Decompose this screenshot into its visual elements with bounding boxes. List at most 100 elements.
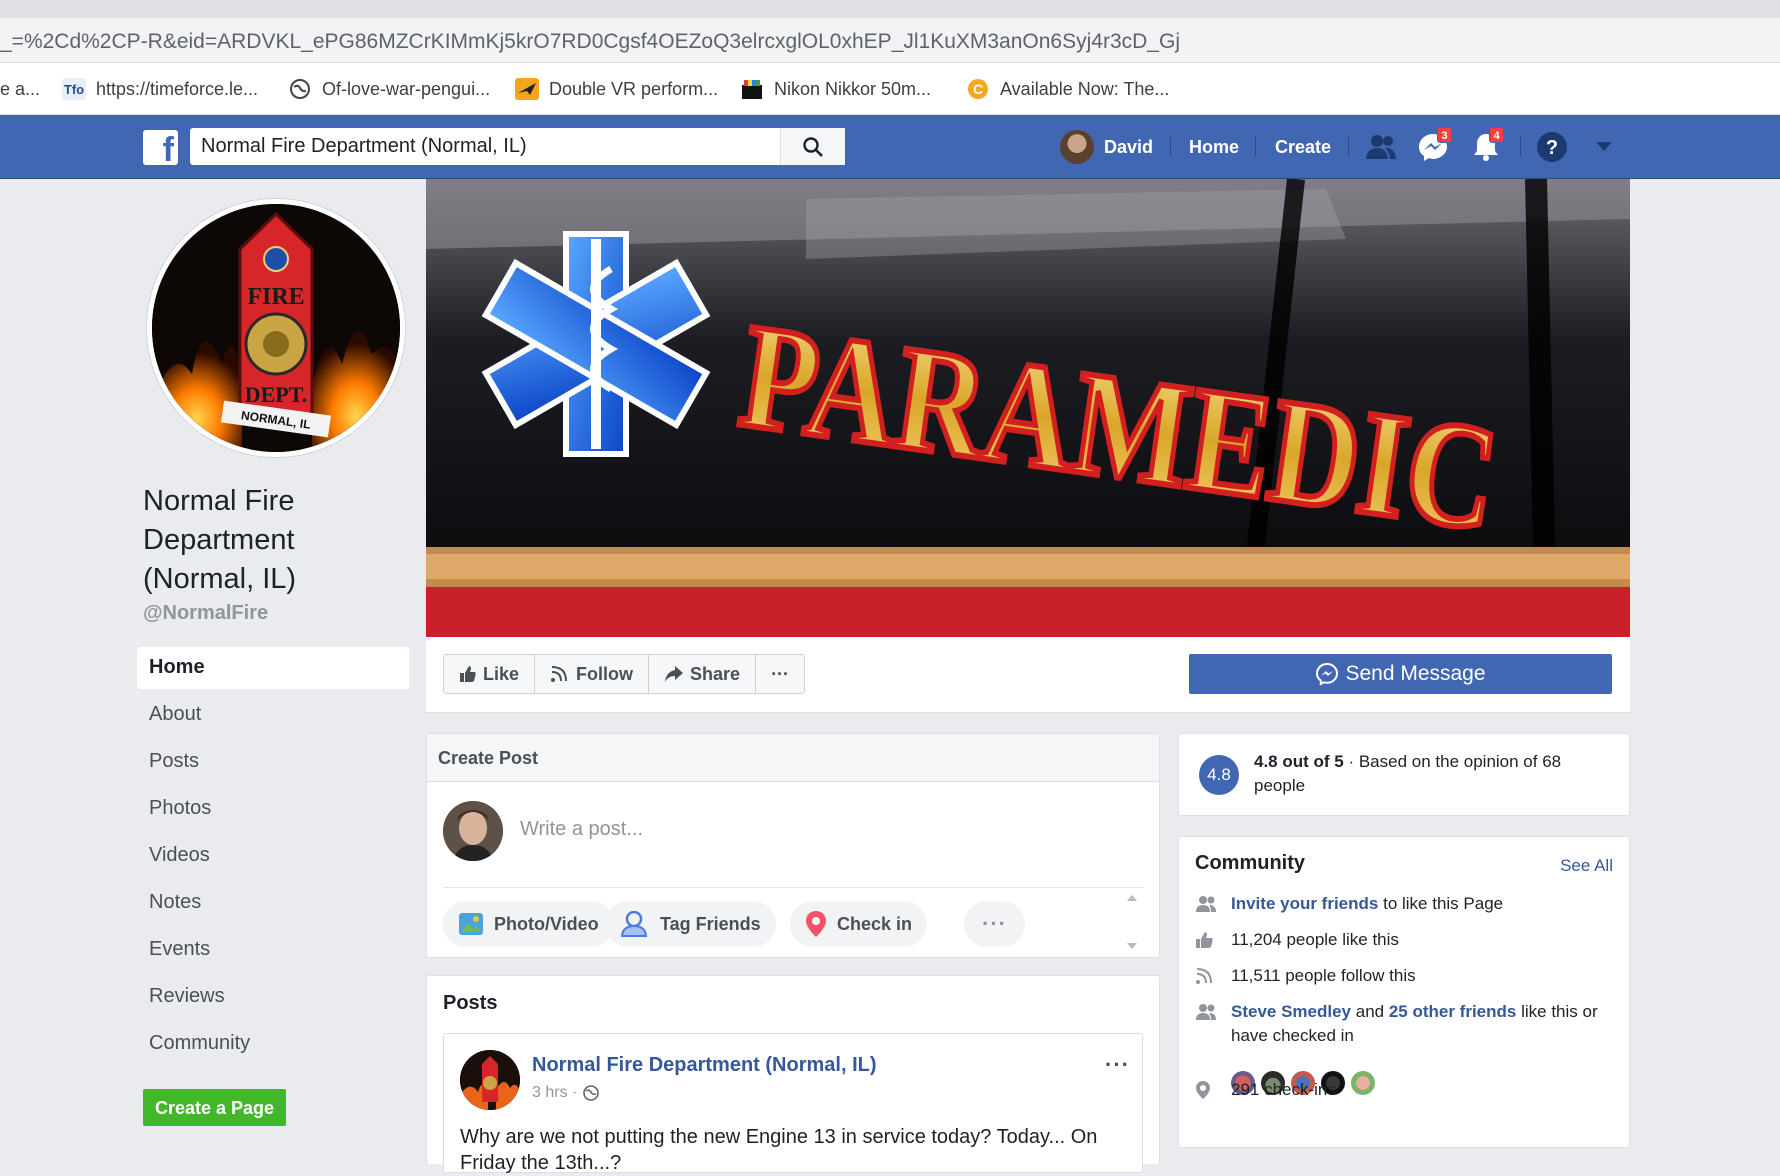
send-message-button[interactable]: Send Message — [1189, 654, 1612, 694]
help-button[interactable]: ? — [1536, 115, 1568, 179]
location-pin-icon — [1195, 1078, 1231, 1102]
page-nav-community[interactable]: Community — [137, 1023, 409, 1070]
home-link[interactable]: Home — [1189, 115, 1239, 179]
bookmark-item[interactable]: Tfo https://timeforce.le... — [62, 76, 258, 102]
notifications-button[interactable] — [1472, 115, 1500, 179]
community-invite-row: Invite your friends to like this Page — [1195, 892, 1615, 916]
search-button[interactable] — [780, 128, 845, 165]
more-post-options-button[interactable]: ··· — [964, 901, 1025, 947]
create-post-box: Create Post Write a post... Photo/Video … — [426, 733, 1160, 958]
globe-icon — [288, 78, 312, 100]
page-nav-about[interactable]: About — [137, 694, 409, 741]
bookmark-item[interactable]: Nikon Nikkor 50m... — [740, 76, 931, 102]
rating-card[interactable]: 4.8 4.8 out of 5 · Based on the opinion … — [1178, 733, 1630, 816]
thumbs-up-icon — [460, 666, 476, 682]
rss-icon — [1195, 964, 1231, 988]
see-all-link[interactable]: See All — [1560, 856, 1613, 876]
notifications-badge: 4 — [1489, 127, 1504, 143]
check-in-button[interactable]: Check in — [790, 901, 928, 947]
friend-requests-button[interactable] — [1365, 115, 1397, 179]
c-icon: C — [966, 78, 990, 100]
tag-friends-icon — [620, 911, 650, 937]
avatar — [1060, 130, 1094, 164]
bookmark-item[interactable]: C Available Now: The... — [966, 76, 1169, 102]
rss-icon — [551, 666, 568, 682]
globe-icon — [583, 1085, 600, 1101]
messenger-button[interactable] — [1418, 115, 1448, 179]
bookmark-item[interactable]: e a... — [0, 76, 40, 102]
share-button[interactable]: Share — [649, 655, 757, 693]
search-input[interactable]: Normal Fire Department (Normal, IL) — [190, 135, 780, 158]
invite-rest: to like this Page — [1378, 894, 1504, 913]
search-icon — [803, 136, 823, 157]
posts-header: Posts — [443, 992, 498, 1014]
address-bar[interactable]: _=%2Cd%2CP-R&eid=ARDVKL_ePG86MZCrKIMmKj5… — [0, 18, 1780, 63]
post-author-name[interactable]: Normal Fire Department (Normal, IL) — [532, 1054, 877, 1077]
profile-picture[interactable]: FIRE DEPT. NORMAL, IL — [147, 199, 405, 457]
left-column: FIRE DEPT. NORMAL, IL Normal Fire Depart… — [0, 179, 425, 1164]
user-name: David — [1104, 136, 1154, 157]
nav-divider — [1170, 137, 1171, 157]
page-nav-videos[interactable]: Videos — [137, 835, 409, 882]
profile-link[interactable]: David — [1060, 115, 1153, 179]
post-time-label: 3 hrs · — [532, 1084, 578, 1101]
cover-photo[interactable]: PARAMEDIC — [426, 179, 1630, 637]
invite-friends-link[interactable]: Invite your friends — [1231, 894, 1378, 913]
nav-divider — [1520, 137, 1521, 157]
community-friends-row: Steve Smedley and 25 other friends like … — [1195, 1000, 1615, 1048]
like-button[interactable]: Like — [444, 655, 536, 693]
bookmark-item[interactable]: Double VR perform... — [515, 76, 718, 102]
profile-fire-text: FIRE — [247, 284, 304, 310]
page-nav-home[interactable]: Home — [137, 647, 409, 689]
page-handle[interactable]: @NormalFire — [143, 602, 268, 625]
facebook-logo-icon[interactable]: f — [143, 130, 178, 165]
friends-icon — [1366, 135, 1396, 159]
like-label: Like — [483, 663, 520, 684]
page-action-bar: Like Follow Share ··· Send Message — [426, 637, 1630, 713]
bookmark-label: Double VR perform... — [549, 78, 719, 99]
more-actions-button[interactable]: ··· — [756, 655, 804, 693]
create-page-button[interactable]: Create a Page — [143, 1089, 286, 1126]
profile-dept-text: DEPT. — [245, 382, 308, 407]
post-author-avatar[interactable] — [460, 1050, 520, 1110]
tag-friends-label: Tag Friends — [660, 913, 761, 934]
community-follows-row: 11,511 people follow this — [1195, 964, 1615, 988]
rating-score-badge: 4.8 — [1199, 755, 1239, 795]
friend-name-link[interactable]: Steve Smedley — [1231, 1002, 1351, 1021]
address-url[interactable]: _=%2Cd%2CP-R&eid=ARDVKL_ePG86MZCrKIMmKj5… — [0, 30, 1180, 54]
page-nav-reviews[interactable]: Reviews — [137, 976, 409, 1023]
thumbs-up-icon — [1195, 928, 1231, 952]
scroll-arrows[interactable] — [1122, 887, 1142, 957]
community-card: Community See All Invite your friends to… — [1178, 836, 1630, 1148]
post-options-button[interactable]: ··· — [1105, 1052, 1130, 1078]
other-friends-link[interactable]: 25 other friends — [1389, 1002, 1517, 1021]
rating-bold: 4.8 out of 5 — [1254, 752, 1344, 771]
bookmark-label: Available Now: The... — [1000, 78, 1170, 99]
follow-label: Follow — [576, 663, 634, 684]
page-nav-notes[interactable]: Notes — [137, 882, 409, 929]
post-card: Normal Fire Department (Normal, IL) 3 hr… — [443, 1033, 1143, 1174]
community-title: Community — [1195, 852, 1305, 874]
page-action-buttons: Like Follow Share ··· — [443, 654, 806, 694]
follow-button[interactable]: Follow — [535, 655, 650, 693]
write-post-input[interactable]: Write a post... — [520, 818, 643, 841]
page-title[interactable]: Normal Fire Department (Normal, IL) — [143, 482, 403, 599]
likes-count: 11,204 people like this — [1231, 930, 1399, 949]
profile-image: FIRE DEPT. NORMAL, IL — [152, 204, 400, 452]
create-link[interactable]: Create — [1275, 115, 1331, 179]
divider — [443, 887, 1143, 888]
page-nav-events[interactable]: Events — [137, 929, 409, 976]
post-timestamp[interactable]: 3 hrs · — [532, 1084, 600, 1102]
create-post-header[interactable]: Create Post — [427, 734, 1159, 782]
plane-icon — [515, 78, 539, 100]
account-menu-button[interactable] — [1595, 115, 1613, 179]
photo-video-button[interactable]: Photo/Video — [443, 901, 614, 947]
photo-video-label: Photo/Video — [494, 913, 599, 934]
tag-friends-button[interactable]: Tag Friends — [605, 901, 776, 947]
search-box[interactable]: Normal Fire Department (Normal, IL) — [190, 128, 845, 165]
page-nav-photos[interactable]: Photos — [137, 788, 409, 835]
page-nav-posts[interactable]: Posts — [137, 741, 409, 788]
messages-badge: 3 — [1437, 127, 1452, 143]
bookmark-item[interactable]: Of-love-war-pengui... — [288, 76, 490, 102]
friend-and: and — [1351, 1002, 1389, 1021]
